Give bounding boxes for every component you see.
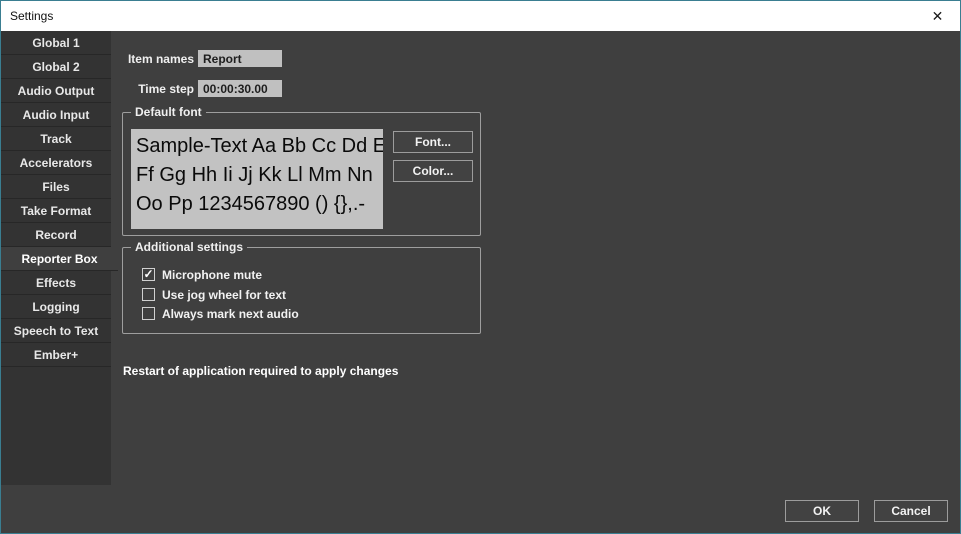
sidebar-item-audio-output[interactable]: Audio Output xyxy=(1,79,111,103)
sidebar-item-global-2[interactable]: Global 2 xyxy=(1,55,111,79)
checkbox-box xyxy=(142,288,155,301)
restart-required-note: Restart of application required to apply… xyxy=(123,364,398,378)
additional-settings-group: Additional settings ✓ Microphone mute Us… xyxy=(122,247,481,334)
sidebar-item-global-1[interactable]: Global 1 xyxy=(1,31,111,55)
item-names-input[interactable] xyxy=(198,50,282,67)
sidebar-item-record[interactable]: Record xyxy=(1,223,111,247)
sidebar-item-ember-plus[interactable]: Ember+ xyxy=(1,343,111,367)
color-button[interactable]: Color... xyxy=(393,160,473,182)
close-icon: ✕ xyxy=(932,8,944,25)
font-sample-preview: Sample-Text Aa Bb Cc Dd Ee Ff Gg Hh Ii J… xyxy=(131,129,383,229)
sidebar-item-logging[interactable]: Logging xyxy=(1,295,111,319)
checkbox-box xyxy=(142,307,155,320)
ok-button[interactable]: OK xyxy=(785,500,859,522)
sidebar-item-audio-input[interactable]: Audio Input xyxy=(1,103,111,127)
microphone-mute-checkbox[interactable]: ✓ Microphone mute xyxy=(142,267,262,282)
default-font-group: Default font Sample-Text Aa Bb Cc Dd Ee … xyxy=(122,112,481,236)
font-sample-line: Sample-Text Aa Bb Cc Dd Ee xyxy=(136,132,378,161)
sidebar-item-track[interactable]: Track xyxy=(1,127,111,151)
window-title: Settings xyxy=(1,9,53,23)
font-sample-line: Oo Pp 1234567890 () {},.- xyxy=(136,190,378,219)
font-button[interactable]: Font... xyxy=(393,131,473,153)
sidebar-item-reporter-box[interactable]: Reporter Box xyxy=(1,247,118,271)
checkbox-label: Always mark next audio xyxy=(162,307,299,321)
checkbox-label: Use jog wheel for text xyxy=(162,288,286,302)
titlebar: Settings ✕ xyxy=(1,1,960,31)
sidebar-item-take-format[interactable]: Take Format xyxy=(1,199,111,223)
sidebar-item-effects[interactable]: Effects xyxy=(1,271,111,295)
additional-settings-group-title: Additional settings xyxy=(131,240,247,255)
sidebar-item-accelerators[interactable]: Accelerators xyxy=(1,151,111,175)
always-mark-next-audio-checkbox[interactable]: Always mark next audio xyxy=(142,306,299,321)
cancel-button[interactable]: Cancel xyxy=(874,500,948,522)
sidebar-item-speech-to-text[interactable]: Speech to Text xyxy=(1,319,111,343)
sidebar-item-files[interactable]: Files xyxy=(1,175,111,199)
settings-category-list: Global 1 Global 2 Audio Output Audio Inp… xyxy=(1,31,111,485)
checkbox-label: Microphone mute xyxy=(162,268,262,282)
time-step-input[interactable] xyxy=(198,80,282,97)
close-button[interactable]: ✕ xyxy=(915,1,960,31)
jog-wheel-text-checkbox[interactable]: Use jog wheel for text xyxy=(142,287,286,302)
time-step-label: Time step xyxy=(99,81,194,98)
default-font-group-title: Default font xyxy=(131,105,206,120)
checkbox-box: ✓ xyxy=(142,268,155,281)
item-names-label: Item names xyxy=(99,51,194,68)
check-icon: ✓ xyxy=(143,268,153,280)
font-sample-line: Ff Gg Hh Ii Jj Kk Ll Mm Nn xyxy=(136,161,378,190)
settings-dialog: Settings ✕ Global 1 Global 2 Audio Outpu… xyxy=(0,0,961,534)
